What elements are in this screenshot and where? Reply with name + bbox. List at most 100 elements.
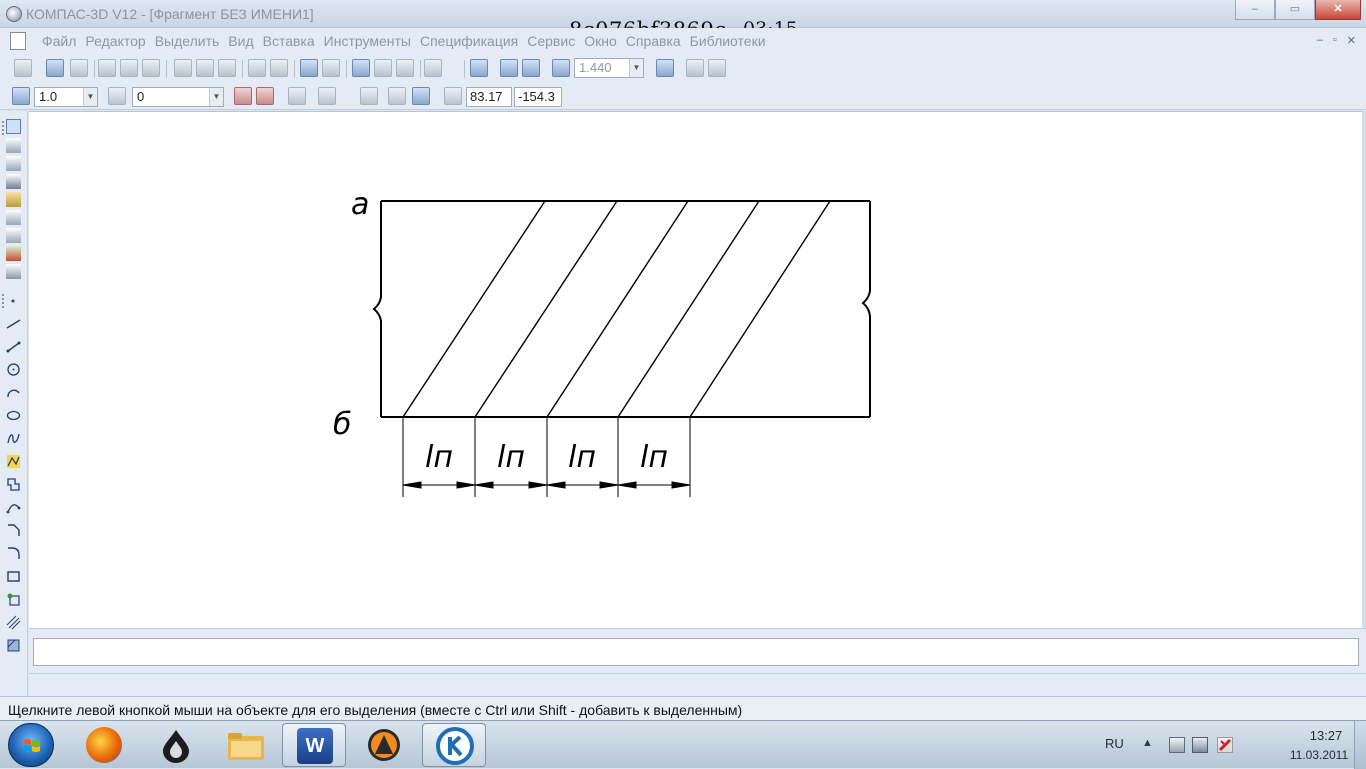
hatch-icon[interactable] [6, 615, 21, 630]
language-indicator[interactable]: RU [1105, 736, 1124, 751]
zoom-out-icon[interactable] [522, 59, 540, 77]
hatch-line[interactable] [689, 200, 831, 418]
spline-icon[interactable] [6, 431, 21, 446]
dim-text-4[interactable]: lп [640, 440, 668, 475]
mdi-close-button[interactable]: ✕ [1347, 34, 1356, 47]
show-desktop-button[interactable] [1354, 721, 1366, 769]
coord-x-field[interactable]: 83.17 [466, 87, 512, 107]
minimize-button[interactable]: – [1235, 0, 1275, 20]
taskbar-app-dark[interactable] [144, 723, 208, 767]
manager-icon[interactable] [352, 59, 370, 77]
color-icon[interactable] [256, 87, 274, 105]
parametrization-tab-icon[interactable] [6, 192, 21, 207]
chevron-up-icon[interactable]: ▲ [1142, 737, 1158, 753]
menu-editor[interactable]: Редактор [85, 33, 145, 49]
variables-icon[interactable] [396, 59, 414, 77]
menu-window[interactable]: Окно [584, 33, 617, 49]
dimensions-tab-icon[interactable] [6, 138, 21, 153]
edit-tab-icon[interactable] [6, 174, 21, 189]
dim-text-3[interactable]: lп [568, 440, 596, 475]
hatch-line[interactable] [474, 200, 618, 418]
close-button[interactable]: ✕ [1315, 0, 1361, 20]
start-button[interactable] [8, 723, 54, 767]
menu-specification[interactable]: Спецификация [420, 33, 518, 49]
open-icon[interactable] [46, 59, 64, 77]
new-document-icon[interactable] [14, 59, 32, 77]
drawing-canvas[interactable]: а б lп lп lп lп [29, 111, 1362, 628]
clock-time[interactable]: 13:27 [1301, 728, 1351, 743]
reports-tab-icon[interactable] [6, 264, 21, 279]
hatch-line[interactable] [402, 200, 546, 418]
menu-view[interactable]: Вид [228, 33, 253, 49]
part-right-break[interactable] [861, 201, 871, 417]
zoom-window-icon[interactable] [470, 59, 488, 77]
menu-insert[interactable]: Вставка [263, 33, 315, 49]
segment-icon[interactable] [6, 339, 21, 354]
layer-icon[interactable] [108, 87, 126, 105]
taskbar-kompas[interactable] [422, 723, 486, 767]
help-cursor-icon[interactable] [424, 59, 442, 77]
symbols-tab-icon[interactable] [6, 156, 21, 171]
menu-service[interactable]: Сервис [527, 33, 575, 49]
kompas-app-icon[interactable] [6, 6, 22, 22]
measure-tab-icon[interactable] [6, 210, 21, 225]
dim-text-1[interactable]: lп [425, 440, 453, 475]
grid-icon[interactable] [318, 87, 336, 105]
hatch-line[interactable] [617, 200, 760, 418]
arc-icon[interactable] [6, 385, 21, 400]
zoom-scale-icon[interactable] [552, 59, 570, 77]
cut-icon[interactable] [174, 59, 192, 77]
dim-text-2[interactable]: lп [497, 440, 525, 475]
property-field[interactable] [33, 638, 1359, 666]
step-combo[interactable]: 1.0 ▼ [34, 87, 98, 107]
save-icon[interactable] [70, 59, 88, 77]
point-icon[interactable] [6, 293, 21, 308]
library-icon[interactable] [374, 59, 392, 77]
style-icon[interactable] [234, 87, 252, 105]
menu-libraries[interactable]: Библиотеки [690, 33, 766, 49]
zoom-combo[interactable]: 1.440 ▼ [574, 58, 644, 78]
preview-icon[interactable] [120, 59, 138, 77]
contour-icon[interactable] [6, 477, 21, 492]
taskbar-firefox[interactable] [72, 723, 136, 767]
zoom-in-icon[interactable] [500, 59, 518, 77]
spec-tab-icon[interactable] [6, 246, 21, 261]
rectangle-icon[interactable] [6, 569, 21, 584]
redo-icon[interactable] [322, 59, 340, 77]
snap-icon[interactable] [388, 87, 406, 105]
copy-icon[interactable] [196, 59, 214, 77]
geometry-tab-icon[interactable] [6, 119, 21, 134]
chevron-down-icon[interactable]: ▼ [629, 59, 643, 77]
menu-tools[interactable]: Инструменты [324, 33, 411, 49]
mdi-restore-button[interactable]: ▫ [1333, 34, 1337, 47]
network-icon[interactable] [1192, 737, 1208, 753]
print-icon[interactable] [98, 59, 116, 77]
format-brush-icon[interactable] [248, 59, 266, 77]
menu-select[interactable]: Выделить [155, 33, 220, 49]
equidistant-icon[interactable] [6, 592, 21, 607]
clipboard-icon[interactable] [270, 59, 288, 77]
taskbar-explorer[interactable] [214, 723, 278, 767]
taskbar-avast[interactable] [352, 723, 416, 767]
label-a[interactable]: а [351, 187, 369, 222]
fillet-icon[interactable] [6, 546, 21, 561]
chevron-down-icon[interactable]: ▼ [209, 88, 223, 106]
usb-icon[interactable] [1169, 737, 1185, 753]
aux-line-icon[interactable] [6, 316, 21, 331]
polyline-icon[interactable] [6, 454, 21, 469]
menu-file[interactable]: Файл [42, 33, 76, 49]
chevron-down-icon[interactable]: ▼ [83, 88, 97, 106]
kaspersky-icon[interactable] [1217, 737, 1233, 753]
refresh-icon[interactable] [708, 59, 726, 77]
hatch-line[interactable] [546, 200, 689, 418]
clock-date[interactable]: 11.03.2011 [1274, 748, 1364, 762]
undo-icon[interactable] [300, 59, 318, 77]
step-icon[interactable] [12, 87, 30, 105]
vertical-scrollbar[interactable] [1362, 111, 1366, 628]
select-tab-icon[interactable] [6, 228, 21, 243]
paste-icon[interactable] [218, 59, 236, 77]
menu-help[interactable]: Справка [626, 33, 681, 49]
ortho-icon[interactable] [288, 87, 306, 105]
properties-icon[interactable] [142, 59, 160, 77]
pan-icon[interactable] [656, 59, 674, 77]
